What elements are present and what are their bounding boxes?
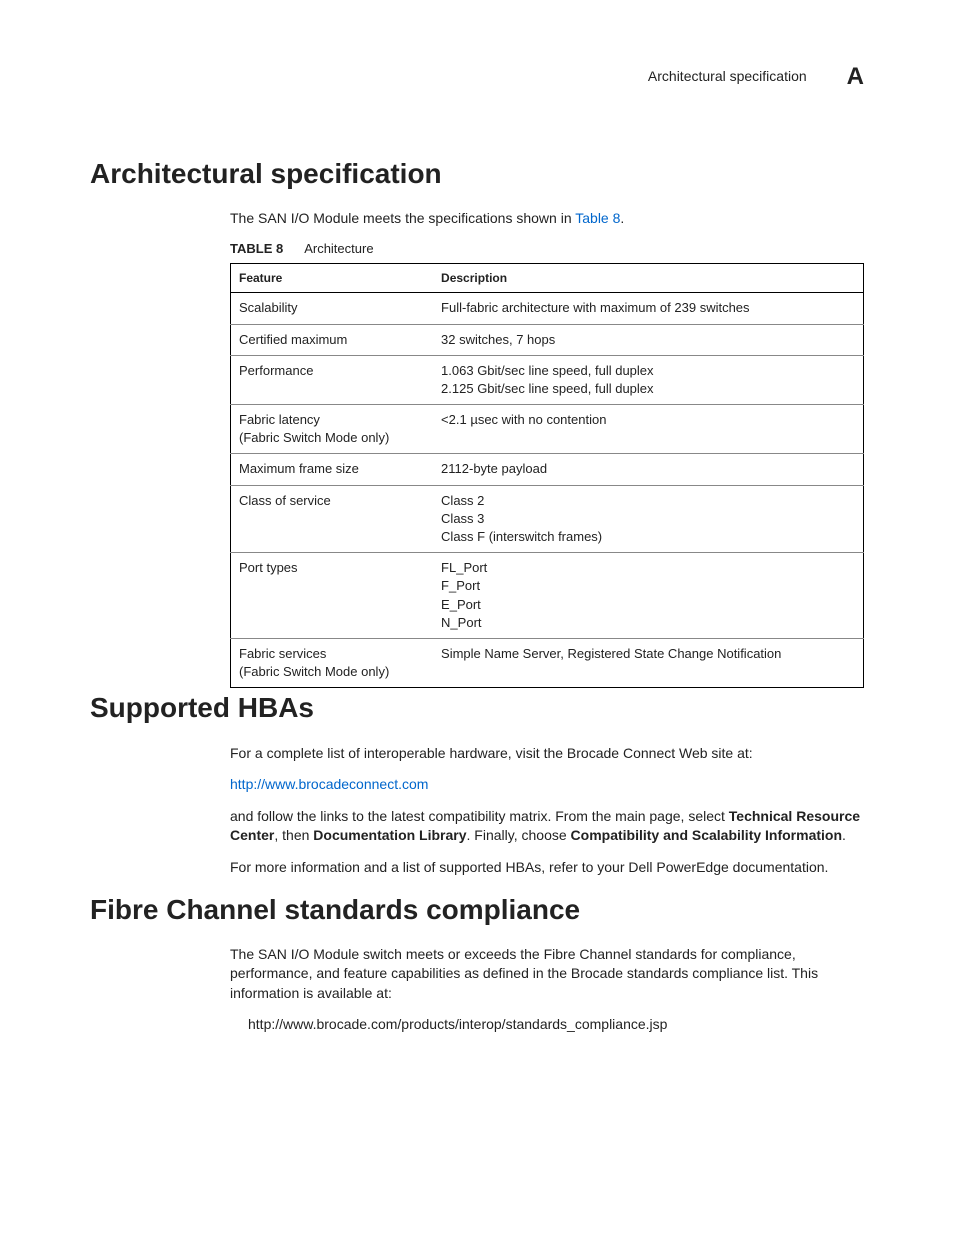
cell-description: FL_Port F_Port E_Port N_Port: [433, 553, 863, 639]
table-label: TABLE 8: [230, 241, 283, 256]
cell-feature: Performance: [231, 355, 434, 404]
cell-feature: Scalability: [231, 293, 434, 324]
th-description: Description: [433, 263, 863, 293]
table-title: Architecture: [304, 241, 373, 256]
heading-supported-hbas: Supported HBAs: [90, 688, 864, 727]
cell-description: 32 switches, 7 hops: [433, 324, 863, 355]
cell-feature: Port types: [231, 553, 434, 639]
table-row: Certified maximum32 switches, 7 hops: [231, 324, 864, 355]
cell-feature: Certified maximum: [231, 324, 434, 355]
hbas-p2: and follow the links to the latest compa…: [230, 807, 864, 846]
th-feature: Feature: [231, 263, 434, 293]
hbas-p1: For a complete list of interoperable har…: [230, 744, 864, 764]
cell-description: Simple Name Server, Registered State Cha…: [433, 638, 863, 687]
cell-description: 1.063 Gbit/sec line speed, full duplex 2…: [433, 355, 863, 404]
architecture-table: Feature Description ScalabilityFull-fabr…: [230, 263, 864, 689]
cell-feature: Fabric services (Fabric Switch Mode only…: [231, 638, 434, 687]
arch-intro: The SAN I/O Module meets the specificati…: [230, 209, 864, 229]
cell-feature: Class of service: [231, 485, 434, 553]
cell-feature: Fabric latency (Fabric Switch Mode only): [231, 405, 434, 454]
table-row: Performance1.063 Gbit/sec line speed, fu…: [231, 355, 864, 404]
running-head-title: Architectural specification: [648, 67, 807, 87]
heading-fc-standards: Fibre Channel standards compliance: [90, 890, 864, 929]
table-row: Class of serviceClass 2 Class 3 Class F …: [231, 485, 864, 553]
link-brocadeconnect[interactable]: http://www.brocadeconnect.com: [230, 776, 428, 792]
table-row: Port typesFL_Port F_Port E_Port N_Port: [231, 553, 864, 639]
cell-description: <2.1 µsec with no contention: [433, 405, 863, 454]
appendix-letter: A: [847, 60, 864, 94]
fc-p1: The SAN I/O Module switch meets or excee…: [230, 945, 864, 1004]
table-row: Fabric services (Fabric Switch Mode only…: [231, 638, 864, 687]
cell-description: 2112-byte payload: [433, 454, 863, 485]
table-caption: TABLE 8 Architecture: [230, 240, 864, 258]
cell-feature: Maximum frame size: [231, 454, 434, 485]
table-row: Fabric latency (Fabric Switch Mode only)…: [231, 405, 864, 454]
table-row: ScalabilityFull-fabric architecture with…: [231, 293, 864, 324]
table-row: Maximum frame size2112-byte payload: [231, 454, 864, 485]
link-table8[interactable]: Table 8: [575, 210, 620, 226]
cell-description: Full-fabric architecture with maximum of…: [433, 293, 863, 324]
hbas-p3: For more information and a list of suppo…: [230, 858, 864, 878]
running-head: Architectural specification A: [90, 60, 864, 94]
cell-description: Class 2 Class 3 Class F (interswitch fra…: [433, 485, 863, 553]
heading-architectural-specification: Architectural specification: [90, 154, 864, 193]
fc-url: http://www.brocade.com/products/interop/…: [248, 1015, 864, 1035]
